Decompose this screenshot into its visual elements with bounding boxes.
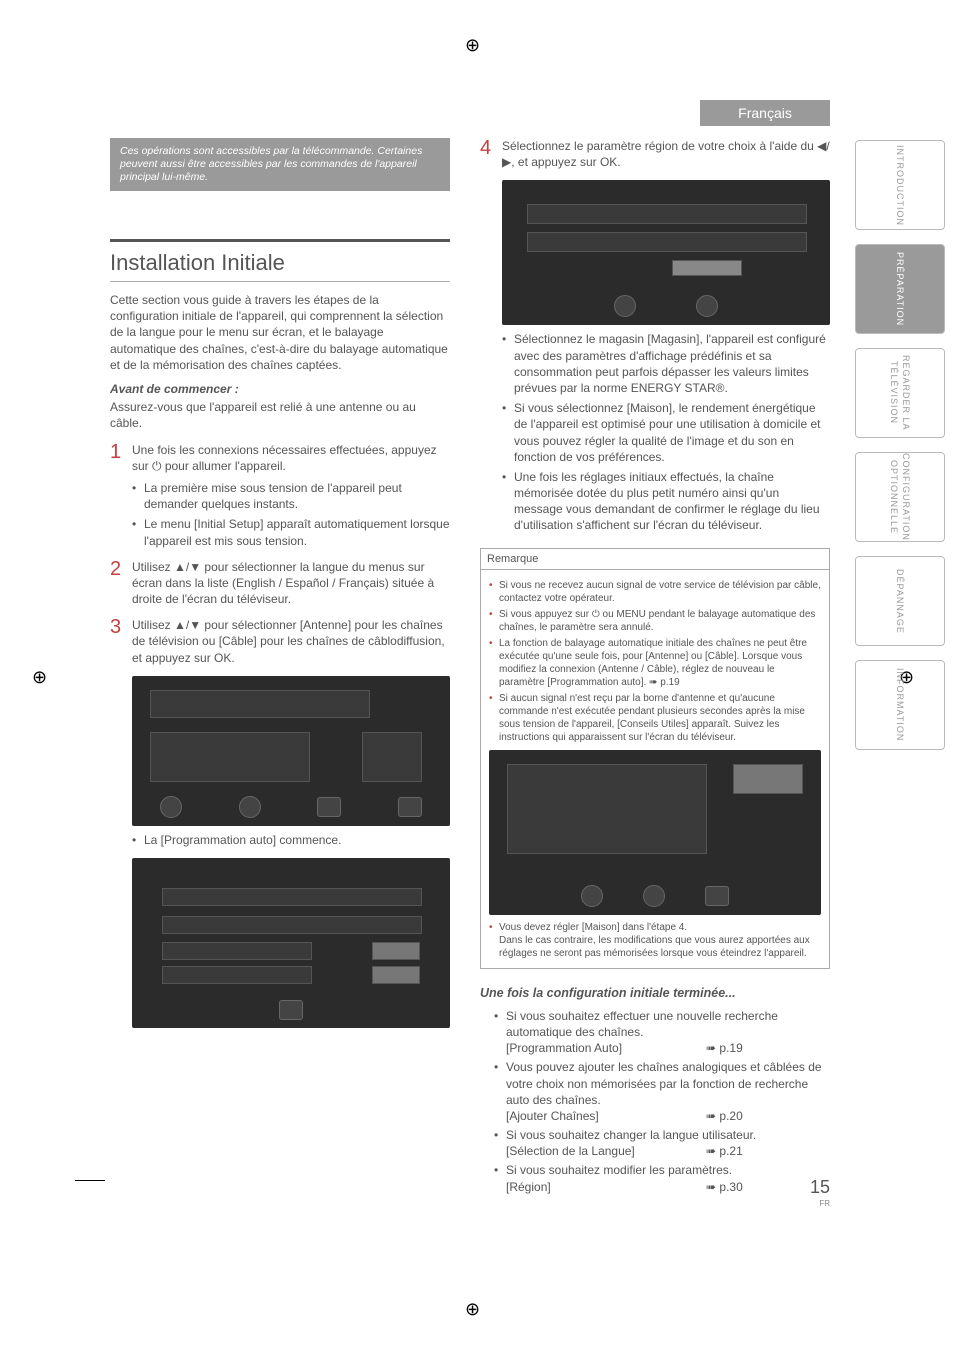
figure-region-screen [502, 180, 830, 325]
bullet-dot: • [494, 1008, 506, 1057]
remark-heading: Remarque [481, 549, 829, 570]
step-number: 4 [480, 138, 502, 534]
remark-4: Si aucun signal n'est reçu par la borne … [499, 692, 821, 744]
figure-autoprogram-screen [132, 858, 450, 1028]
page-number-block: 15 FR [810, 1175, 830, 1210]
figure-conseils-screen [489, 750, 821, 915]
bullet-dot: • [489, 579, 499, 605]
remark-1: Si vous ne recevez aucun signal de votre… [499, 579, 821, 605]
step-number: 1 [110, 442, 132, 549]
bullet-dot: • [502, 400, 514, 465]
remote-nav-icon [160, 796, 182, 818]
remote-ok-icon [643, 885, 665, 907]
remote-back-icon [317, 797, 341, 817]
after-item-3-page: ➠ p.21 [706, 1143, 743, 1159]
after-item-2-page: ➠ p.20 [706, 1108, 743, 1124]
remark-footer: Vous devez régler [Maison] dans l'étape … [499, 921, 821, 960]
step-2-text: Utilisez ▲/▼ pour sélectionner la langue… [132, 559, 450, 608]
side-tab-configuration: CONFIGURATION OPTIONNELLE [855, 452, 945, 542]
step-2: 2 Utilisez ▲/▼ pour sélectionner la lang… [110, 559, 450, 608]
after-item-1-label: [Programmation Auto] [506, 1040, 706, 1056]
step-4: 4 Sélectionnez le paramètre région de vo… [480, 138, 830, 534]
bullet-dot: • [489, 692, 499, 744]
intro-paragraph: Cette section vous guide à travers les é… [110, 292, 450, 373]
after-item-4-label: [Région] [506, 1179, 706, 1195]
step-4-text: Sélectionnez le paramètre région de votr… [502, 139, 830, 169]
crop-mark-left: ⊕ [32, 665, 47, 689]
after-item-4-text: Si vous souhaitez modifier les paramètre… [506, 1163, 732, 1177]
remote-back-icon [279, 1000, 303, 1020]
bullet-dot: • [132, 480, 144, 512]
crop-mark-top: ⊕ [465, 33, 480, 57]
bullet-dot: • [489, 608, 499, 634]
bullet-dot: • [489, 921, 499, 960]
after-item-1-page: ➠ p.19 [706, 1040, 743, 1056]
remote-nav-icon [614, 295, 636, 317]
after-item-3-label: [Sélection de la Langue] [506, 1143, 706, 1159]
trim-line [75, 1180, 105, 1181]
bullet-dot: • [132, 516, 144, 548]
bullet-dot: • [494, 1162, 506, 1194]
bullet-dot: • [132, 832, 144, 848]
before-text: Assurez-vous que l'appareil est relié à … [110, 399, 450, 431]
step-1-bullet-1: La première mise sous tension de l'appar… [144, 480, 450, 512]
remote-menu-icon [705, 886, 729, 906]
step-number: 2 [110, 559, 132, 608]
crop-mark-bottom: ⊕ [465, 1297, 480, 1321]
before-heading: Avant de commencer : [110, 381, 450, 397]
language-tab: Français [700, 100, 830, 126]
after-config-heading: Une fois la configuration initiale termi… [480, 985, 830, 1002]
after-item-1-text: Si vous souhaitez effectuer une nouvelle… [506, 1009, 778, 1039]
remote-menu-icon [398, 797, 422, 817]
side-tab-preparation: PRÉPARATION [855, 244, 945, 334]
remark-box: Remarque •Si vous ne recevez aucun signa… [480, 548, 830, 969]
bullet-dot: • [502, 469, 514, 534]
page-lang: FR [810, 1199, 830, 1210]
after-item-2-text: Vous pouvez ajouter les chaînes analogiq… [506, 1060, 822, 1106]
remote-ok-icon [696, 295, 718, 317]
side-tabs: INTRODUCTION PRÉPARATION REGARDER LA TÉL… [855, 140, 945, 750]
after-item-4-page: ➠ p.30 [706, 1179, 743, 1195]
step-1-bullet-2: Le menu [Initial Setup] apparaît automat… [144, 516, 450, 548]
bullet-dot: • [502, 331, 514, 396]
remark-2: Si vous appuyez sur ⏻ ou MENU pendant le… [499, 608, 821, 634]
remote-nav-icon [581, 885, 603, 907]
side-tab-depannage: DÉPANNAGE [855, 556, 945, 646]
step-4-bullet-1: Sélectionnez le magasin [Magasin], l'app… [514, 331, 830, 396]
after-item-2-label: [Ajouter Chaînes] [506, 1108, 706, 1124]
step-3-text: Utilisez ▲/▼ pour sélectionner [Antenne]… [132, 618, 445, 664]
side-tab-information: INFORMATION [855, 660, 945, 750]
side-tab-introduction: INTRODUCTION [855, 140, 945, 230]
bullet-dot: • [494, 1127, 506, 1159]
page-number: 15 [810, 1177, 830, 1197]
step-3-after: La [Programmation auto] commence. [144, 832, 450, 848]
figure-antenna-screen [132, 676, 450, 826]
step-1: 1 Une fois les connexions nécessaires ef… [110, 442, 450, 549]
after-item-3-text: Si vous souhaitez changer la langue util… [506, 1128, 756, 1142]
section-title: Installation Initiale [110, 239, 450, 282]
page-content: Français INTRODUCTION PRÉPARATION REGARD… [110, 100, 830, 1195]
step-1-text: Une fois les connexions nécessaires effe… [132, 443, 437, 473]
remark-3: La fonction de balayage automatique init… [499, 637, 821, 689]
right-column: 4 Sélectionnez le paramètre région de vo… [480, 138, 830, 1195]
step-number: 3 [110, 617, 132, 1028]
step-3: 3 Utilisez ▲/▼ pour sélectionner [Antenn… [110, 617, 450, 1028]
intro-note-box: Ces opérations sont accessibles par la t… [110, 138, 450, 191]
step-4-bullet-3: Une fois les réglages initiaux effectués… [514, 469, 830, 534]
left-column: Ces opérations sont accessibles par la t… [110, 138, 450, 1195]
step-4-bullet-2: Si vous sélectionnez [Maison], le rendem… [514, 400, 830, 465]
bullet-dot: • [489, 637, 499, 689]
side-tab-regarder: REGARDER LA TÉLÉVISION [855, 348, 945, 438]
bullet-dot: • [494, 1059, 506, 1124]
remote-ok-icon [239, 796, 261, 818]
